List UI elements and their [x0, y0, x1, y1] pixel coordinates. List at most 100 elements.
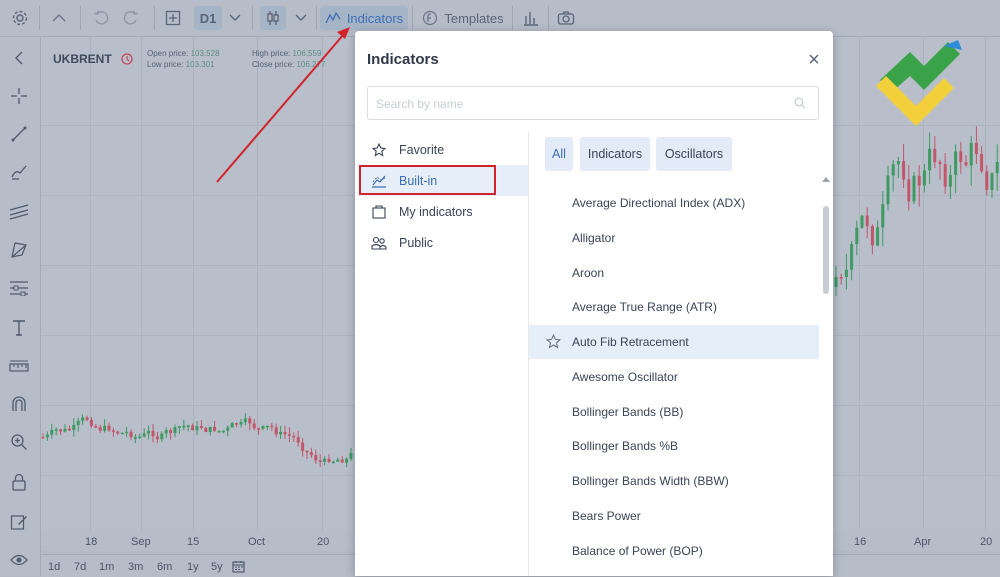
- period-1m[interactable]: 1m: [99, 561, 114, 573]
- indicator-label: Bollinger Bands (BB): [572, 405, 684, 419]
- indicator-item[interactable]: Bollinger Bands (BB): [529, 395, 819, 429]
- toolbar-divider: [252, 6, 253, 30]
- candle-body: [177, 426, 181, 428]
- filter-oscillators[interactable]: Oscillators: [656, 137, 732, 171]
- period-7d[interactable]: 7d: [74, 561, 86, 573]
- eye-icon[interactable]: [8, 549, 30, 571]
- candle-body: [147, 430, 151, 434]
- candle-body: [120, 432, 124, 435]
- candle-body: [257, 428, 261, 430]
- candle-body: [865, 215, 869, 227]
- magnet-icon[interactable]: [8, 393, 30, 415]
- candle-body: [834, 277, 838, 287]
- indicators-button[interactable]: Indicators: [320, 6, 408, 30]
- candle-body: [917, 175, 921, 186]
- period-6m[interactable]: 6m: [157, 561, 172, 573]
- candle-body: [67, 428, 71, 431]
- x-axis-label: Oct: [248, 536, 266, 548]
- search-icon: [794, 97, 806, 109]
- trend-line-icon[interactable]: [8, 123, 30, 145]
- candle-body: [995, 161, 999, 174]
- calendar-icon[interactable]: [232, 560, 245, 573]
- indicator-item[interactable]: Average True Range (ATR): [529, 290, 819, 324]
- category-built-in[interactable]: Built-in: [359, 165, 528, 196]
- candle-body: [226, 427, 230, 431]
- category-my-indicators[interactable]: My indicators: [359, 196, 528, 227]
- candle-body: [116, 431, 120, 434]
- candle-body: [191, 425, 195, 431]
- crosshair-icon[interactable]: [8, 85, 30, 107]
- ruler-icon[interactable]: [8, 355, 30, 377]
- candle-body: [252, 423, 256, 429]
- candle-body: [265, 425, 269, 428]
- indicator-item[interactable]: Alligator: [529, 221, 819, 255]
- candle-body: [221, 430, 225, 433]
- parallel-channel-icon[interactable]: [8, 201, 30, 223]
- candle-body: [876, 227, 880, 246]
- favorite-star-icon[interactable]: [546, 334, 561, 349]
- zoom-in-icon[interactable]: [8, 431, 30, 453]
- category-label: Favorite: [399, 142, 445, 157]
- candle-body: [980, 154, 984, 172]
- lock-icon[interactable]: [8, 471, 30, 493]
- toolbar-divider: [512, 6, 513, 30]
- candle-body: [274, 427, 278, 435]
- candle-body: [349, 453, 353, 459]
- candle-body: [855, 227, 859, 245]
- candlestick-icon[interactable]: [260, 6, 286, 30]
- settings-gear-icon[interactable]: [8, 6, 32, 30]
- candle-body: [186, 425, 190, 427]
- redo-icon[interactable]: [120, 6, 142, 30]
- scrollbar[interactable]: [823, 206, 829, 294]
- filter-all[interactable]: All: [545, 137, 573, 171]
- indicator-label: Alligator: [572, 231, 616, 245]
- undo-icon[interactable]: [90, 6, 112, 30]
- period-1d[interactable]: 1d: [48, 561, 60, 573]
- candle-body: [283, 432, 287, 435]
- period-1y[interactable]: 1y: [187, 561, 199, 573]
- x-axis-label: 20: [980, 536, 993, 548]
- polygon-icon[interactable]: [8, 239, 30, 261]
- edit-icon[interactable]: [8, 511, 30, 533]
- candle-body: [72, 424, 76, 430]
- camera-icon[interactable]: [555, 6, 577, 30]
- timeframe-button[interactable]: D1: [194, 6, 222, 30]
- brush-icon[interactable]: [8, 161, 30, 183]
- chevron-up-icon[interactable]: [48, 6, 70, 30]
- category-label: Public: [399, 235, 434, 250]
- candle-body: [217, 430, 221, 433]
- chevron-down-icon[interactable]: [226, 6, 244, 30]
- chart-line-icon: [371, 173, 387, 189]
- indicator-item[interactable]: Bollinger Bands %B: [529, 429, 819, 463]
- indicator-label: Awesome Oscillator: [572, 370, 678, 384]
- scroll-up-arrow[interactable]: [822, 177, 830, 182]
- text-tool-icon[interactable]: [8, 317, 30, 339]
- add-chart-icon[interactable]: [162, 6, 184, 30]
- candle-body: [881, 204, 885, 228]
- category-public[interactable]: Public: [359, 227, 528, 258]
- indicator-item[interactable]: Average Directional Index (ADX): [529, 186, 819, 220]
- category-favorite[interactable]: Favorite: [359, 134, 528, 165]
- period-3m[interactable]: 3m: [128, 561, 143, 573]
- indicator-item[interactable]: Auto Fib Retracement: [529, 325, 819, 359]
- fib-levels-icon[interactable]: [8, 277, 30, 299]
- close-icon[interactable]: ×: [805, 50, 823, 70]
- candle-body: [111, 430, 115, 432]
- search-box: [367, 86, 819, 120]
- indicator-item[interactable]: Balance of Power (BOP): [529, 534, 819, 568]
- candle-body: [850, 244, 854, 270]
- indicator-item[interactable]: Awesome Oscillator: [529, 360, 819, 394]
- candle-body: [305, 450, 309, 453]
- bar-chart-icon[interactable]: [520, 6, 542, 30]
- filter-indicators[interactable]: Indicators: [580, 137, 650, 171]
- templates-button[interactable]: Templates: [418, 6, 508, 30]
- chevron-left-icon[interactable]: [8, 47, 30, 69]
- chevron-down-icon[interactable]: [292, 6, 310, 30]
- candle-body: [195, 426, 199, 431]
- indicator-item[interactable]: Aroon: [529, 256, 819, 290]
- candle-body: [839, 277, 843, 279]
- period-5y[interactable]: 5y: [211, 561, 223, 573]
- indicator-item[interactable]: Bollinger Bands Width (BBW): [529, 464, 819, 498]
- indicator-item[interactable]: Bears Power: [529, 499, 819, 533]
- search-input[interactable]: [374, 94, 788, 114]
